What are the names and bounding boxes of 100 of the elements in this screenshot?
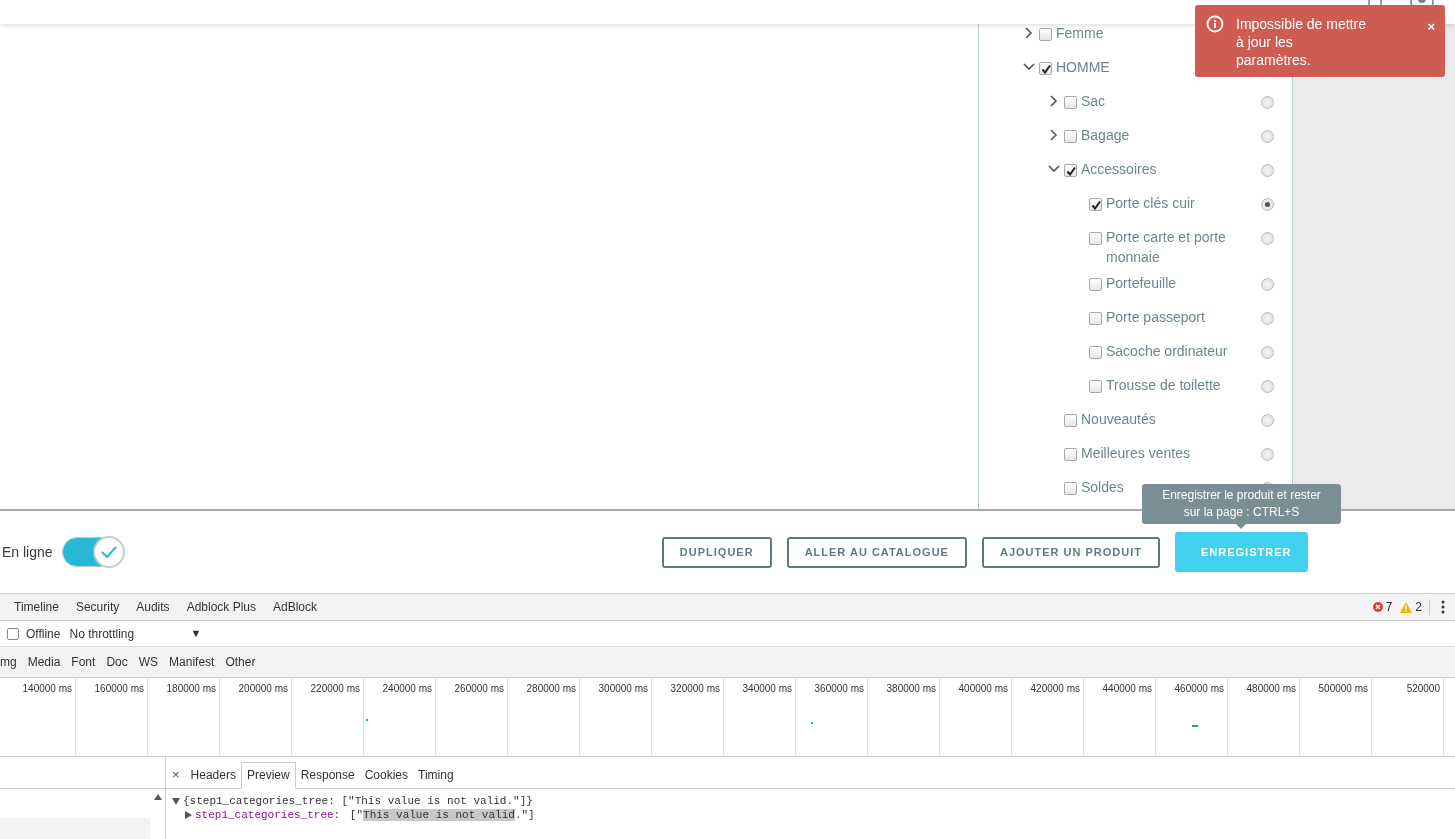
error-count[interactable]: 7 <box>1385 600 1393 614</box>
filter-button[interactable]: Media <box>27 655 61 669</box>
warning-icon <box>1400 601 1413 613</box>
detail-tab[interactable]: Response <box>295 768 360 788</box>
checkbox[interactable] <box>1089 198 1102 211</box>
main-category-radio[interactable] <box>1261 414 1274 427</box>
category-label: Porte carte et porte monnaie <box>1106 228 1227 267</box>
filter-button[interactable]: Other <box>225 655 256 669</box>
main-category-radio[interactable] <box>1261 232 1274 245</box>
checkbox[interactable] <box>1089 312 1102 325</box>
time-tick-label: 380000 ms <box>886 683 936 694</box>
time-tick-label: 340000 ms <box>742 683 792 694</box>
time-tick-label: 300000 ms <box>598 683 648 694</box>
devtools-tab[interactable]: AdBlock <box>273 600 318 614</box>
devtools-tab[interactable]: Timeline <box>14 600 59 614</box>
offline-label: Offline <box>26 626 61 641</box>
main-category-radio[interactable] <box>1261 312 1274 325</box>
main-category-radio[interactable] <box>1261 448 1274 461</box>
category-label: Trousse de toilette <box>1106 376 1221 395</box>
request-mark <box>811 722 813 724</box>
chevron-right-icon[interactable] <box>1048 93 1060 109</box>
time-tick-label: 280000 ms <box>526 683 576 694</box>
expanded-triangle-icon[interactable] <box>172 797 180 805</box>
select-value: No throttling <box>69 626 135 641</box>
request-mark <box>366 719 368 721</box>
checkbox[interactable] <box>1064 414 1077 427</box>
time-tick-label: 480000 ms <box>1246 683 1296 694</box>
checkbox[interactable] <box>1064 448 1077 461</box>
checkbox[interactable] <box>1089 232 1102 245</box>
request-mark <box>1192 725 1198 727</box>
filter-button[interactable]: Doc <box>106 655 128 669</box>
checkbox[interactable] <box>1039 28 1052 41</box>
chevron-right-icon[interactable] <box>1048 127 1060 143</box>
main-category-radio[interactable] <box>1261 380 1274 393</box>
checkbox[interactable] <box>7 627 19 640</box>
close-button[interactable]: × <box>1427 19 1435 34</box>
online-toggle[interactable] <box>61 537 122 567</box>
main-category-radio[interactable] <box>1261 278 1274 291</box>
category-label: Soldes <box>1081 478 1124 497</box>
category-label: Porte clés cuir <box>1106 194 1195 213</box>
time-tick-label: 220000 ms <box>310 683 360 694</box>
time-tick-label: 420000 ms <box>1030 683 1080 694</box>
action-button[interactable]: ALLER AU CATALOGUE <box>786 536 967 568</box>
main-category-radio[interactable] <box>1261 198 1274 211</box>
checkbox[interactable] <box>1064 482 1077 495</box>
time-tick-label: 360000 ms <box>814 683 864 694</box>
main-category-radio[interactable] <box>1261 164 1274 177</box>
filter-button[interactable]: mg <box>0 655 17 669</box>
detail-tab[interactable]: Timing <box>413 768 459 788</box>
time-tick-label: 460000 ms <box>1174 683 1224 694</box>
devtools-tab[interactable]: Security <box>75 600 120 614</box>
warning-count[interactable]: 2 <box>1415 600 1422 614</box>
devtools-tab[interactable]: Adblock Plus <box>186 600 256 614</box>
chevron-right-icon[interactable] <box>1023 25 1035 41</box>
checkbox[interactable] <box>1039 62 1052 75</box>
detail-tab[interactable]: Headers <box>185 768 241 788</box>
checkbox[interactable] <box>1089 380 1102 393</box>
main-category-radio[interactable] <box>1261 130 1274 143</box>
time-tick-label: 200000 ms <box>238 683 288 694</box>
filter-button[interactable]: Font <box>71 655 96 669</box>
time-tick-label: 180000 ms <box>166 683 216 694</box>
devtools-tab[interactable]: Audits <box>136 600 170 614</box>
filter-button[interactable]: Manifest <box>169 655 215 669</box>
checkbox[interactable] <box>1064 164 1077 177</box>
category-label: Femme <box>1056 24 1104 43</box>
category-label: Meilleures ventes <box>1081 444 1190 463</box>
json-summary: {step1_categories_tree: ["This value is not valid."]} <box>183 794 533 808</box>
category-label: Porte passeport <box>1106 308 1205 327</box>
filter-button[interactable]: WS <box>138 655 159 669</box>
category-label: Bagage <box>1081 126 1130 145</box>
toast-message: Impossible de mettre à jour les paramètres. <box>1236 15 1367 69</box>
action-button[interactable]: DUPLIQUER <box>661 536 772 568</box>
info-icon <box>1206 15 1224 33</box>
time-tick-label: 400000 ms <box>958 683 1008 694</box>
close-button[interactable]: × <box>172 767 186 788</box>
time-tick-label: 160000 ms <box>94 683 144 694</box>
checkbox[interactable] <box>1089 278 1102 291</box>
action-button[interactable]: AJOUTER UN PRODUIT <box>981 536 1160 568</box>
online-label: En ligne <box>2 544 53 560</box>
scroll-up-icon[interactable] <box>154 794 162 800</box>
checkbox[interactable] <box>1089 346 1102 359</box>
main-category-radio[interactable] <box>1261 96 1274 109</box>
checkbox[interactable] <box>1064 96 1077 109</box>
throttling-select[interactable]: No throttling ▼ <box>69 626 202 641</box>
main-category-radio[interactable] <box>1261 346 1274 359</box>
time-tick-label: 500000 ms <box>1318 683 1368 694</box>
error-icon <box>1372 602 1383 612</box>
detail-tab[interactable]: Preview <box>240 762 296 789</box>
detail-tab[interactable]: Cookies <box>359 768 414 788</box>
time-tick-label: 520000 <box>1406 683 1440 694</box>
more-menu-icon[interactable] <box>1441 600 1445 614</box>
checkbox[interactable] <box>1064 130 1077 143</box>
time-tick-label: 440000 ms <box>1102 683 1152 694</box>
category-label: Sacoche ordinateur <box>1106 342 1228 361</box>
check-icon <box>99 544 118 560</box>
category-label: Nouveautés <box>1081 410 1156 429</box>
category-label: Accessoires <box>1081 160 1157 179</box>
category-label: HOMME <box>1056 58 1110 77</box>
time-tick-label: 260000 ms <box>454 683 504 694</box>
collapsed-triangle-icon[interactable] <box>185 811 192 819</box>
